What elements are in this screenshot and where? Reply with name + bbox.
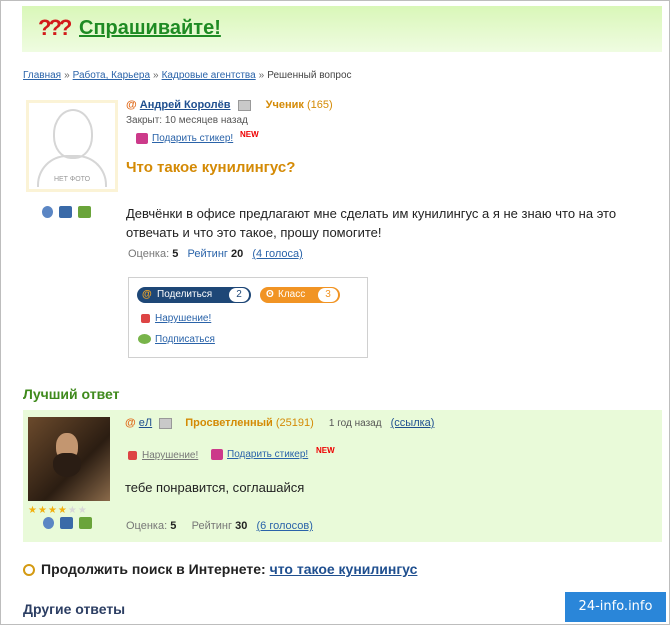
question-rating-line: Оценка: 5 Рейтинг 20 (4 голоса) — [128, 248, 303, 260]
mail-at-icon: @ — [125, 417, 136, 429]
mailru-icon: @ — [142, 289, 152, 300]
photo-icon[interactable] — [59, 206, 72, 218]
breadcrumb-home[interactable]: Главная — [23, 70, 61, 81]
question-author-avatar[interactable]: НЕТ ФОТО — [26, 100, 118, 192]
score-label: Оценка: — [128, 248, 170, 260]
answer-author-link[interactable]: еЛ — [139, 417, 152, 429]
report-link[interactable]: Нарушение! — [141, 313, 211, 324]
answer-permalink[interactable]: (ссылка) — [391, 417, 435, 429]
mail-at-icon: @ — [126, 99, 137, 111]
answer-gift-sticker[interactable]: Подарить стикер! — [211, 449, 308, 460]
warning-icon — [128, 450, 137, 460]
gift-sticker-label[interactable]: Подарить стикер! — [152, 133, 233, 144]
answer-author-icons — [43, 517, 92, 529]
subscribe-link[interactable]: Подписаться — [138, 334, 215, 345]
photo-icon[interactable] — [60, 517, 73, 529]
message-icon[interactable] — [159, 417, 173, 429]
no-photo-label: НЕТ ФОТО — [53, 176, 91, 183]
breadcrumb-work-career[interactable]: Работа, Карьера — [73, 70, 150, 81]
gift-icon — [211, 449, 223, 460]
search-icon — [23, 564, 35, 577]
answer-time: 1 год назад — [328, 418, 382, 429]
logo-question-marks[interactable]: ??? — [38, 15, 72, 41]
continue-search-query-link[interactable]: что такое кунилингус — [270, 561, 418, 577]
user-profile-icon[interactable] — [43, 517, 54, 529]
message-icon[interactable] — [237, 99, 251, 111]
votes-link[interactable]: (6 голосов) — [257, 520, 313, 532]
site-header: ??? Спрашивайте! — [22, 6, 662, 52]
site-title-link[interactable]: Спрашивайте! — [79, 17, 221, 40]
avatar-placeholder-head — [53, 109, 93, 159]
question-closed-time: Закрыт: 10 месяцев назад — [126, 115, 248, 126]
rating-label: Рейтинг — [191, 520, 233, 532]
answer-author-stars: ★★★★★★ — [28, 505, 88, 516]
subscribe-icon — [138, 334, 151, 345]
answer-author-rank: Просветленный — [185, 417, 273, 429]
video-icon[interactable] — [79, 517, 92, 529]
video-icon[interactable] — [78, 206, 91, 218]
question-title: Что такое кунилингус? — [126, 159, 296, 176]
answer-author-avatar[interactable] — [28, 417, 110, 501]
gift-icon — [136, 133, 148, 144]
new-badge: NEW — [316, 446, 335, 455]
answer-author-points: (25191) — [275, 417, 314, 429]
warning-icon — [141, 313, 150, 323]
avatar-beard — [53, 453, 81, 477]
share-button[interactable]: @ Поделиться 2 — [137, 287, 251, 303]
continue-search-label: Продолжить поиск в Интернете: — [41, 561, 266, 577]
share-count: 2 — [229, 288, 249, 302]
answer-rating-line: Оценка: 5 Рейтинг 30 (6 голосов) — [126, 520, 313, 532]
question-author-rank: Ученик — [265, 99, 304, 111]
question-author-icons — [42, 206, 91, 218]
votes-link[interactable]: (4 голоса) — [252, 248, 302, 260]
new-badge: NEW — [240, 130, 259, 139]
share-panel: @ Поделиться 2 ʘ Класс 3 Нарушение! Подп… — [128, 277, 368, 358]
question-author-line: @ Андрей Королёв Ученик (165) — [126, 99, 333, 111]
score-label: Оценка: — [126, 520, 168, 532]
rating-value: 20 — [230, 248, 244, 260]
answer-author-line: @ еЛ Просветленный (25191) 1 год назад (… — [125, 417, 434, 429]
question-text: Девчёнки в офисе предлагают мне сделать … — [126, 206, 617, 240]
question-gift-sticker[interactable]: Подарить стикер! — [136, 133, 233, 144]
question-author-points: (165) — [306, 99, 333, 111]
class-label: Класс — [278, 289, 306, 300]
share-label: Поделиться — [157, 289, 213, 300]
score-value: 5 — [172, 248, 179, 260]
odnoklassniki-icon: ʘ — [266, 289, 274, 300]
watermark: 24-info.info — [565, 592, 666, 622]
question-author-link[interactable]: Андрей Королёв — [140, 99, 231, 111]
continue-search: Продолжить поиск в Интернете: что такое … — [23, 561, 417, 577]
class-button[interactable]: ʘ Класс 3 — [260, 287, 340, 303]
best-answer-panel: ★★★★★★ @ еЛ Просветленный (25191) 1 год … — [23, 410, 662, 542]
rating-label[interactable]: Рейтинг — [188, 248, 228, 260]
answer-report-link[interactable]: Нарушение! — [128, 450, 198, 461]
breadcrumb-hr-agencies[interactable]: Кадровые агентства — [162, 70, 256, 81]
breadcrumb: Главная» Работа, Карьера» Кадровые агентст… — [23, 70, 352, 81]
user-profile-icon[interactable] — [42, 206, 53, 218]
answer-text: тебе понравится, соглашайся — [125, 480, 305, 495]
other-answers-heading: Другие ответы — [23, 601, 126, 617]
rating-value: 30 — [235, 520, 248, 532]
breadcrumb-current: Решенный вопрос — [267, 70, 352, 81]
best-answer-heading: Лучший ответ — [23, 386, 120, 402]
class-count: 3 — [318, 288, 338, 302]
score-value: 5 — [170, 520, 177, 532]
